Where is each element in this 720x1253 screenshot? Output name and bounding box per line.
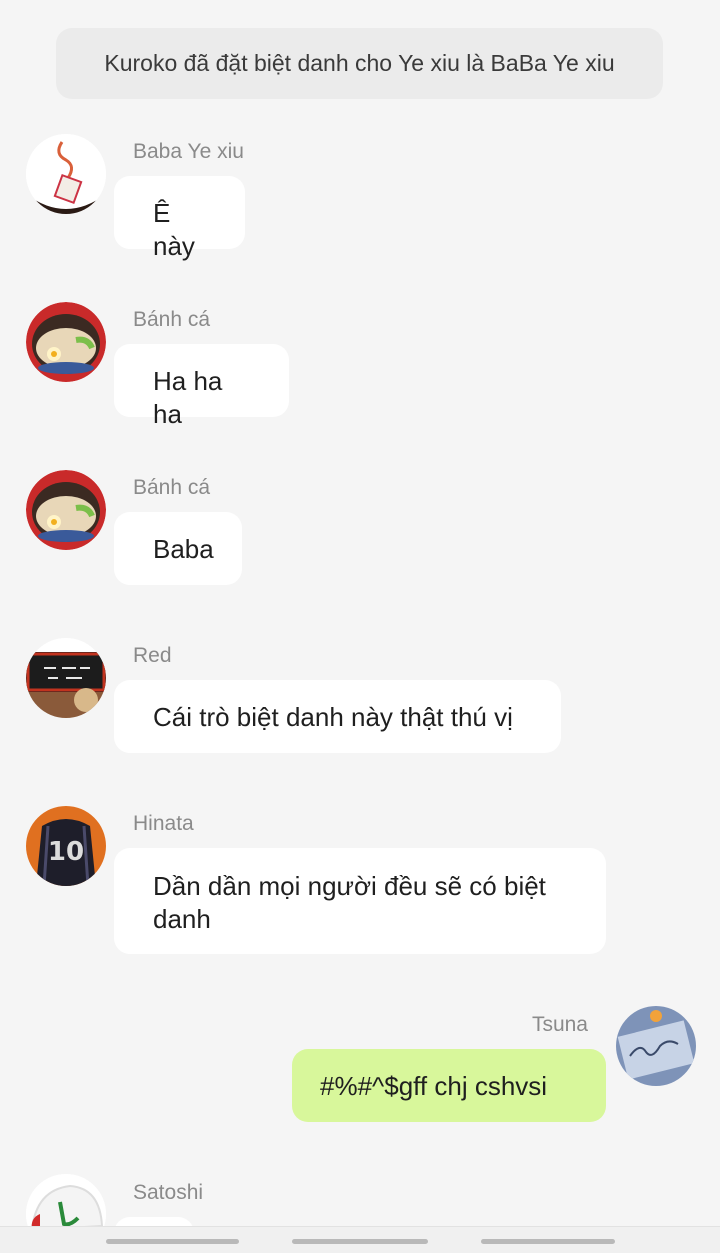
sender-name: Hinata — [133, 812, 194, 835]
home-icon[interactable] — [292, 1239, 428, 1244]
message-bubble[interactable]: #%#^$gff chj cshvsi — [292, 1049, 606, 1122]
message-text: Cái trò biệt danh này thật thú vị — [153, 702, 513, 732]
message-bubble[interactable]: Ha ha ha — [114, 344, 289, 429]
system-notice: Kuroko đã đặt biệt danh cho Ye xiu là Ba… — [56, 28, 663, 99]
paper-crane-avatar[interactable] — [26, 134, 106, 214]
sender-name: Red — [133, 644, 172, 667]
message-bubble[interactable]: Ê này — [114, 176, 245, 261]
message-bubble[interactable]: Dần dần mọi người đều sẽ có biệt danh — [114, 848, 606, 954]
sender-name: Baba Ye xiu — [133, 140, 244, 163]
message-text: Ha ha ha — [153, 366, 223, 429]
svg-text:10: 10 — [48, 837, 84, 867]
message-text: Dần dần mọi người đều sẽ có biệt danh — [153, 871, 546, 934]
navigation-bar — [0, 1226, 720, 1253]
message-text: Baba — [153, 534, 214, 564]
message-text: #%#^$gff chj cshvsi — [320, 1071, 548, 1101]
ramen-bowl-avatar[interactable] — [26, 302, 106, 382]
message-bubble[interactable]: Cái trò biệt danh này thật thú vị — [114, 680, 561, 753]
message-text: Ê này — [153, 198, 195, 261]
message-bubble[interactable]: Baba — [114, 512, 242, 585]
ramen-bowl-avatar[interactable] — [26, 470, 106, 550]
recent-apps-icon[interactable] — [106, 1239, 239, 1244]
jersey-10-avatar[interactable]: 10 — [26, 806, 106, 886]
signed-card-avatar[interactable] — [616, 1006, 696, 1086]
sender-name: Bánh cá — [133, 308, 211, 331]
back-icon[interactable] — [481, 1239, 615, 1244]
chalkboard-avatar[interactable] — [26, 638, 106, 718]
notice-text: Kuroko đã đặt biệt danh cho Ye xiu là Ba… — [104, 50, 615, 76]
sender-name: Bánh cá — [133, 476, 211, 499]
sender-name: Tsuna — [531, 1013, 588, 1036]
sender-name: Satoshi — [133, 1181, 204, 1204]
